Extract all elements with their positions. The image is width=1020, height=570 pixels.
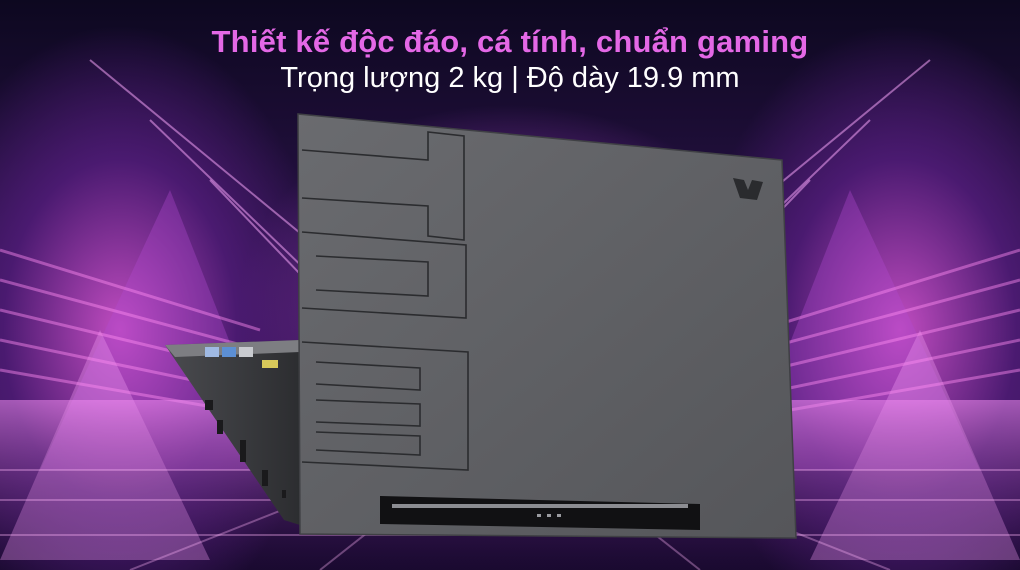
headline: Thiết kế độc đáo, cá tính, chuẩn gaming (211, 24, 809, 59)
laptop-lid (297, 113, 797, 539)
spec-subline: Trọng lượng 2 kg | Độ dày 19.9 mm (280, 62, 740, 94)
laptop-base (165, 340, 300, 525)
product-banner: Thiết kế độc đáo, cá tính, chuẩn gaming … (0, 0, 1020, 570)
